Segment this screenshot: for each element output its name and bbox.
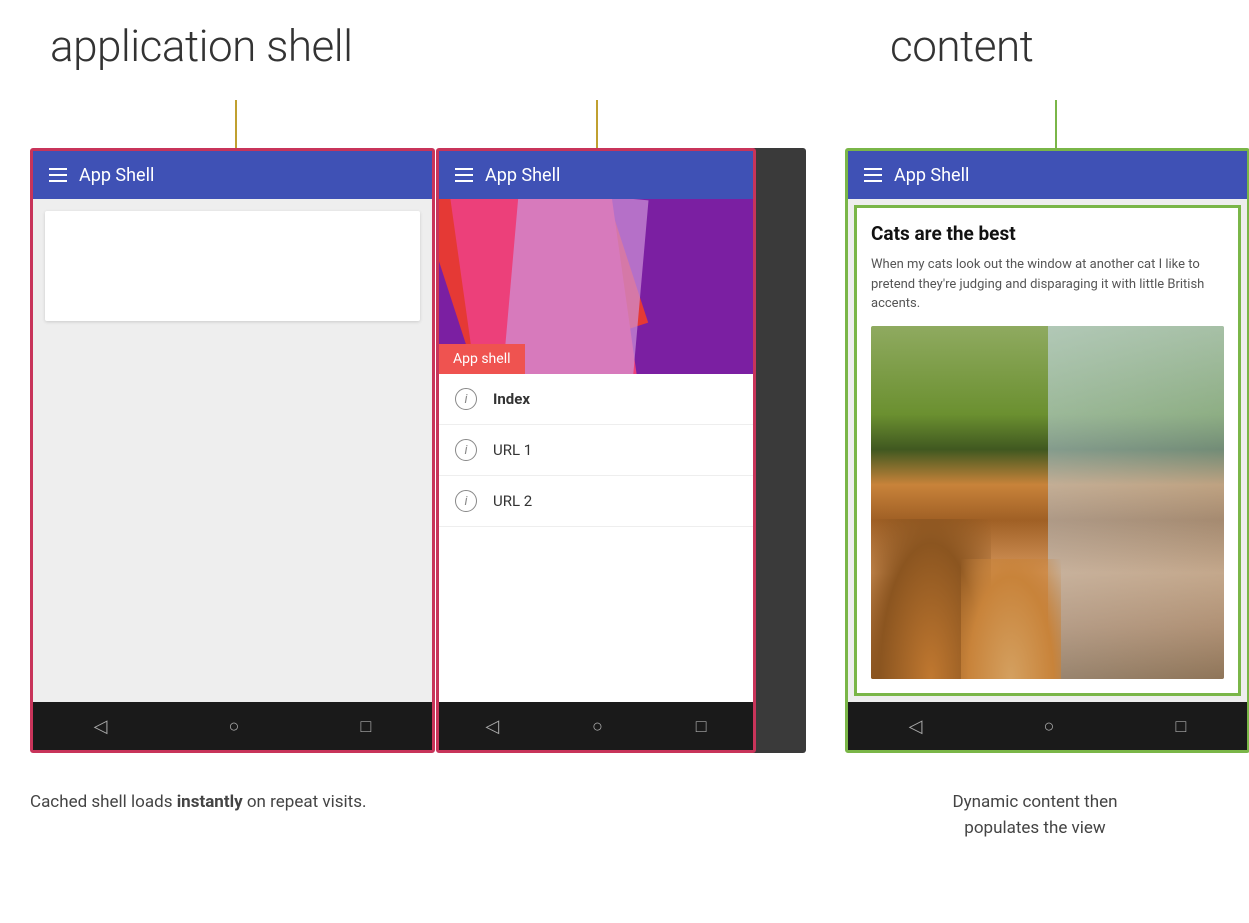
phone2-side-panel xyxy=(751,148,806,753)
connector-line-3 xyxy=(1055,100,1057,150)
phone2-back-icon[interactable]: ◁ xyxy=(485,716,499,737)
phone2-recent-icon[interactable]: □ xyxy=(696,716,707,737)
phone1-white-card xyxy=(45,211,420,321)
appshell-overlay-label: App shell xyxy=(439,344,525,374)
phone3-navbar: ◁ ○ □ xyxy=(848,702,1247,750)
phone3-back-icon[interactable]: ◁ xyxy=(909,716,923,737)
phone3-home-icon[interactable]: ○ xyxy=(1044,716,1055,737)
cat-shape-2 xyxy=(961,559,1061,679)
recent-icon[interactable]: □ xyxy=(361,716,372,737)
phone2-appbar-title: App Shell xyxy=(485,165,560,186)
phone2-list: i Index i URL 1 i URL 2 xyxy=(439,374,753,702)
content-title: Cats are the best xyxy=(871,222,1224,245)
content-border-box: Cats are the best When my cats look out … xyxy=(854,205,1241,696)
phone1-body xyxy=(33,199,432,702)
info-icon-url2: i xyxy=(455,490,477,512)
phone3-recent-icon[interactable]: □ xyxy=(1176,716,1187,737)
phone2-outer: App Shell App shell i Index i URL 1 xyxy=(436,148,806,753)
caption-left: Cached shell loads instantly on repeat v… xyxy=(30,790,440,816)
connector-line-1 xyxy=(235,100,237,150)
list-item-url1[interactable]: i URL 1 xyxy=(439,425,753,476)
content-label: content xyxy=(890,20,1033,72)
phone3-hamburger-icon[interactable] xyxy=(864,168,882,182)
hamburger-line-2 xyxy=(49,174,67,176)
phone1-appbar-title: App Shell xyxy=(79,165,154,186)
hamburger-line-3 xyxy=(49,180,67,182)
phone2-hamburger-line-3 xyxy=(455,180,473,182)
phone2-frame: App Shell App shell i Index i URL 1 xyxy=(436,148,756,753)
phone2-navbar: ◁ ○ □ xyxy=(439,702,753,750)
phone3-appbar: App Shell xyxy=(848,151,1247,199)
phone3-hamburger-line-3 xyxy=(864,180,882,182)
content-text: When my cats look out the window at anot… xyxy=(871,255,1224,314)
window-light xyxy=(1048,326,1225,680)
phone2-hamburger-icon[interactable] xyxy=(455,168,473,182)
hamburger-line-1 xyxy=(49,168,67,170)
phone2-home-icon[interactable]: ○ xyxy=(592,716,603,737)
connector-line-2 xyxy=(596,100,598,150)
application-shell-label: application shell xyxy=(50,20,353,72)
phone3-frame: App Shell Cats are the best When my cats… xyxy=(845,148,1249,753)
home-icon[interactable]: ○ xyxy=(229,716,240,737)
list-item-index-label: Index xyxy=(493,390,530,408)
phone2-appbar: App Shell xyxy=(439,151,753,199)
phone3-hamburger-line-2 xyxy=(864,174,882,176)
cat-image xyxy=(871,326,1224,680)
info-icon-index: i xyxy=(455,388,477,410)
phone1-frame: App Shell ◁ ○ □ xyxy=(30,148,435,753)
phone2-hamburger-line-1 xyxy=(455,168,473,170)
list-item-url1-label: URL 1 xyxy=(493,441,532,459)
phone3-body: Cats are the best When my cats look out … xyxy=(848,199,1247,702)
list-item-url2[interactable]: i URL 2 xyxy=(439,476,753,527)
phone3-hamburger-line-1 xyxy=(864,168,882,170)
phone3-appbar-title: App Shell xyxy=(894,165,969,186)
back-icon[interactable]: ◁ xyxy=(94,716,108,737)
info-icon-url1: i xyxy=(455,439,477,461)
list-item-url2-label: URL 2 xyxy=(493,492,532,510)
phone2-hamburger-line-2 xyxy=(455,174,473,176)
phone1-navbar: ◁ ○ □ xyxy=(33,702,432,750)
phone2-colorful-header: App shell xyxy=(439,199,753,374)
page-wrapper: application shell content App Shell ◁ ○ … xyxy=(0,0,1249,923)
list-item-index[interactable]: i Index xyxy=(439,374,753,425)
caption-dynamic-line1: Dynamic content then xyxy=(845,790,1225,816)
caption-right: Dynamic content then populates the view xyxy=(845,790,1225,841)
hamburger-icon[interactable] xyxy=(49,168,67,182)
caption-dynamic-line2: populates the view xyxy=(845,816,1225,842)
phone1-appbar: App Shell xyxy=(33,151,432,199)
